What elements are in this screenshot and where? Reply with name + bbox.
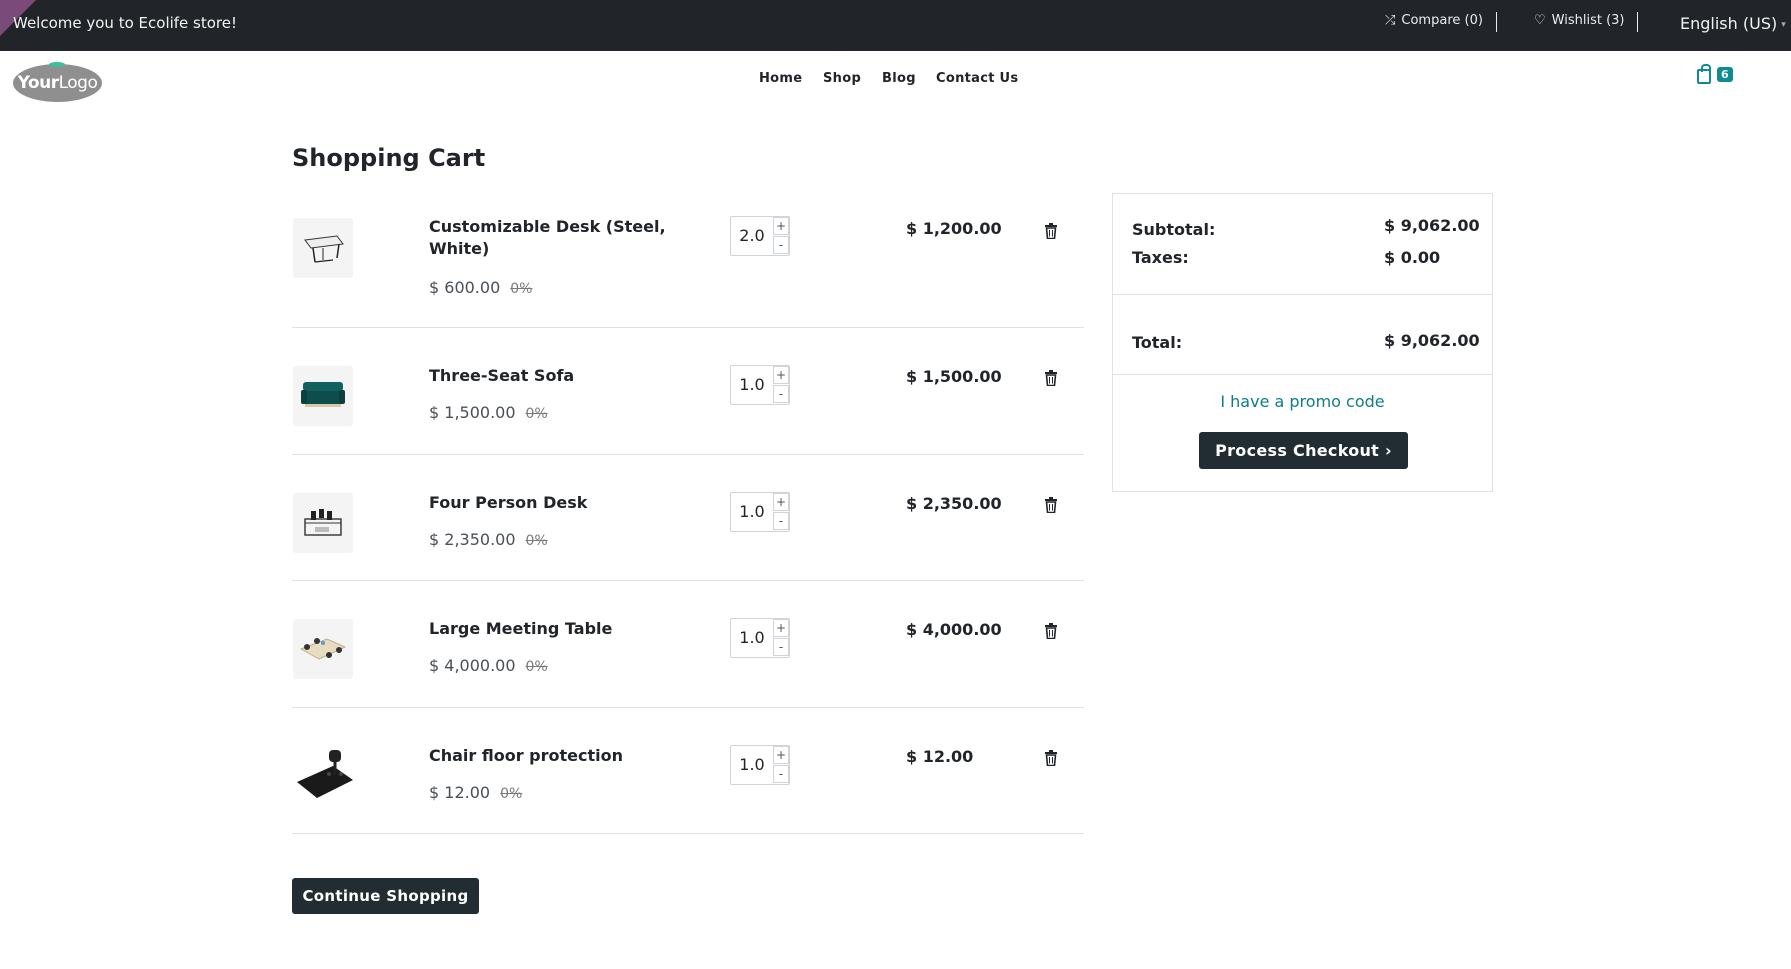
- total-value: $ 9,062.00: [1384, 331, 1480, 350]
- cart-row: Chair floor protection $ 12.00 0% 1.0 + -…: [292, 708, 1084, 834]
- unit-price-value: $ 1,500.00: [429, 403, 516, 422]
- language-label: English (US): [1680, 14, 1778, 33]
- quantity-stepper: 1.0 + -: [730, 492, 790, 532]
- unit-price: $ 12.00 0%: [429, 783, 522, 802]
- trash-icon[interactable]: [1044, 750, 1058, 766]
- increase-quantity-button[interactable]: +: [773, 619, 789, 637]
- process-checkout-label: Process Checkout: [1215, 441, 1380, 460]
- cart-row: Customizable Desk (Steel, White) $ 600.0…: [292, 192, 1084, 328]
- unit-price: $ 4,000.00 0%: [429, 656, 548, 675]
- line-total: $ 2,350.00: [906, 494, 1002, 513]
- logo-text: Logo: [58, 73, 98, 93]
- nav-contact-us[interactable]: Contact Us: [936, 71, 1018, 86]
- order-summary: Subtotal: $ 9,062.00 Taxes: $ 0.00 Total…: [1112, 193, 1493, 492]
- compare-label: Compare (0): [1401, 13, 1483, 28]
- trash-icon[interactable]: [1044, 497, 1058, 513]
- quantity-stepper: 1.0 + -: [730, 745, 790, 785]
- cart-row: Four Person Desk $ 2,350.00 0% 1.0 + - $ …: [292, 455, 1084, 581]
- decrease-quantity-button[interactable]: -: [773, 638, 789, 656]
- unit-price: $ 2,350.00 0%: [429, 530, 548, 549]
- increase-quantity-button[interactable]: +: [773, 366, 789, 384]
- chevron-right-icon: ›: [1385, 441, 1392, 460]
- compare-link[interactable]: ⤮ Compare (0): [1385, 13, 1483, 28]
- product-name[interactable]: Four Person Desk: [429, 492, 669, 514]
- logo-leaf-icon: [49, 62, 65, 67]
- discount-value: 0%: [500, 786, 523, 802]
- heart-icon: ♡: [1534, 13, 1546, 28]
- quantity-stepper: 1.0 + -: [730, 365, 790, 405]
- taxes-value: $ 0.00: [1384, 248, 1441, 267]
- language-selector[interactable]: English (US) ▾: [1680, 14, 1786, 33]
- top-divider: [1637, 12, 1638, 32]
- product-image[interactable]: [293, 746, 353, 806]
- decrease-quantity-button[interactable]: -: [773, 512, 789, 530]
- trash-icon[interactable]: [1044, 623, 1058, 639]
- discount-value: 0%: [510, 281, 533, 297]
- decrease-quantity-button[interactable]: -: [773, 236, 789, 254]
- discount-value: 0%: [525, 406, 548, 422]
- continue-shopping-button[interactable]: Continue Shopping: [292, 878, 479, 914]
- logo-text-bold: Your: [17, 73, 59, 93]
- product-name[interactable]: Chair floor protection: [429, 745, 669, 767]
- unit-price-value: $ 2,350.00: [429, 530, 516, 549]
- unit-price: $ 1,500.00 0%: [429, 403, 548, 422]
- cart-row: Large Meeting Table $ 4,000.00 0% 1.0 + -…: [292, 581, 1084, 708]
- product-name[interactable]: Customizable Desk (Steel, White): [429, 216, 669, 260]
- line-total: $ 4,000.00: [906, 620, 1002, 639]
- nav-blog[interactable]: Blog: [882, 71, 916, 86]
- product-image[interactable]: [293, 619, 353, 679]
- discount-value: 0%: [525, 533, 548, 549]
- product-image[interactable]: [293, 366, 353, 426]
- unit-price-value: $ 12.00: [429, 783, 491, 802]
- increase-quantity-button[interactable]: +: [773, 746, 789, 764]
- cart-row: Three-Seat Sofa $ 1,500.00 0% 1.0 + - $ 1…: [292, 328, 1084, 455]
- unit-price: $ 600.00 0%: [429, 278, 532, 297]
- line-total: $ 1,200.00: [906, 219, 1002, 238]
- product-image[interactable]: [293, 493, 353, 553]
- increase-quantity-button[interactable]: +: [773, 217, 789, 235]
- top-bar: Welcome you to Ecolife store! ⤮ Compare (…: [0, 0, 1791, 51]
- quantity-input[interactable]: 1.0: [731, 366, 773, 404]
- unit-price-value: $ 600.00: [429, 278, 501, 297]
- wishlist-label: Wishlist (3): [1551, 13, 1625, 28]
- page-title: Shopping Cart: [292, 144, 486, 172]
- trash-icon[interactable]: [1044, 370, 1058, 386]
- line-total: $ 12.00: [906, 747, 974, 766]
- subtotal-value: $ 9,062.00: [1384, 216, 1480, 235]
- subtotal-label: Subtotal:: [1132, 220, 1216, 239]
- product-name[interactable]: Large Meeting Table: [429, 618, 669, 640]
- cart-count-badge: 6: [1717, 67, 1733, 82]
- top-divider: [1496, 12, 1497, 32]
- quantity-stepper: 2.0 + -: [730, 216, 790, 256]
- shuffle-icon: ⤮: [1385, 13, 1396, 28]
- quantity-input[interactable]: 1.0: [731, 493, 773, 531]
- unit-price-value: $ 4,000.00: [429, 656, 516, 675]
- nav-home[interactable]: Home: [759, 71, 802, 86]
- site-logo[interactable]: YourLogo: [13, 62, 102, 102]
- increase-quantity-button[interactable]: +: [773, 493, 789, 511]
- total-label: Total:: [1132, 333, 1183, 352]
- promo-code-link[interactable]: I have a promo code: [1113, 392, 1492, 411]
- welcome-message: Welcome you to Ecolife store!: [13, 14, 238, 32]
- quantity-input[interactable]: 2.0: [731, 217, 773, 255]
- product-image[interactable]: [293, 218, 353, 278]
- wishlist-link[interactable]: ♡ Wishlist (3): [1534, 13, 1625, 28]
- summary-divider: [1113, 374, 1492, 375]
- decrease-quantity-button[interactable]: -: [773, 385, 789, 403]
- trash-icon[interactable]: [1044, 223, 1058, 239]
- shopping-bag-icon[interactable]: [1697, 64, 1711, 84]
- quantity-input[interactable]: 1.0: [731, 746, 773, 784]
- summary-divider: [1113, 294, 1492, 295]
- discount-value: 0%: [525, 659, 548, 675]
- product-name[interactable]: Three-Seat Sofa: [429, 365, 669, 387]
- taxes-label: Taxes:: [1132, 248, 1189, 267]
- nav-shop[interactable]: Shop: [823, 71, 861, 86]
- process-checkout-button[interactable]: Process Checkout ›: [1199, 432, 1408, 469]
- quantity-stepper: 1.0 + -: [730, 618, 790, 658]
- quantity-input[interactable]: 1.0: [731, 619, 773, 657]
- caret-down-icon: ▾: [1781, 19, 1786, 30]
- decrease-quantity-button[interactable]: -: [773, 765, 789, 783]
- line-total: $ 1,500.00: [906, 367, 1002, 386]
